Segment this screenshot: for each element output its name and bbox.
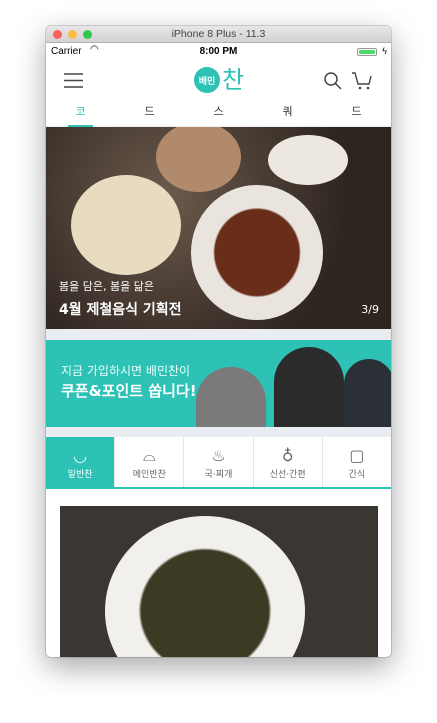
category-bar: ◡ 밑반찬 ⌓ 메인반찬 ♨ 국·찌개 ♁ 신선·간편 ▢ 간식: [46, 437, 391, 489]
search-icon[interactable]: [324, 72, 342, 90]
cloche-icon: ⌓: [142, 446, 156, 465]
banner-line2: 쿠폰&포인트 쏩니다!: [61, 382, 197, 400]
signup-banner[interactable]: 지금 가입하시면 배민찬이 쿠폰&포인트 쏩니다! go: [46, 340, 391, 427]
logo[interactable]: 배민 찬: [194, 67, 244, 93]
tab-bar: 코 드 스 쿼 드: [46, 99, 391, 127]
close-button[interactable]: [53, 30, 62, 39]
category-soup[interactable]: ♨ 국·찌개: [184, 437, 254, 487]
food-image: [268, 135, 348, 185]
food-image: [105, 516, 305, 657]
person-image: [196, 367, 266, 427]
category-fresh[interactable]: ♁ 신선·간편: [254, 437, 323, 487]
page-indicator: 3/9: [361, 303, 379, 316]
category-side-dish[interactable]: ◡ 밑반찬: [46, 437, 116, 487]
logo-badge: 배민: [194, 67, 220, 93]
jar-icon: ▢: [349, 446, 365, 465]
cart-icon[interactable]: [352, 71, 372, 91]
tab-1[interactable]: 코: [46, 99, 115, 127]
person-image: [274, 347, 344, 427]
soup-bowl-icon: ♨: [211, 446, 226, 465]
tab-5[interactable]: 드: [322, 99, 391, 126]
hero-title: 4월 제철음식 기획전: [59, 302, 182, 318]
food-image: [71, 175, 181, 275]
product-image[interactable]: [60, 506, 378, 657]
divider: [46, 427, 391, 437]
category-label: 신선·간편: [269, 470, 306, 480]
category-label: 간식: [348, 470, 366, 480]
clock: 8:00 PM: [199, 46, 238, 57]
title-bar: iPhone 8 Plus - 11.3: [46, 26, 391, 43]
peach-icon: ♁: [281, 446, 294, 465]
divider: [46, 329, 391, 340]
food-image: [191, 185, 323, 320]
category-label: 메인반찬: [132, 470, 166, 480]
banner-line1: 지금 가입하시면 배민찬이: [61, 364, 191, 378]
minimize-button[interactable]: [68, 30, 77, 39]
category-main-dish[interactable]: ⌓ 메인반찬: [115, 437, 185, 487]
status-bar: Carrier ◠ 8:00 PM ϟ: [46, 43, 391, 61]
logo-text: 찬: [222, 66, 245, 94]
window-title: iPhone 8 Plus - 11.3: [171, 28, 266, 40]
charging-icon: ϟ: [382, 46, 387, 56]
person-image: [344, 359, 391, 427]
hero-subtitle: 봄을 담은, 봄을 닮은: [59, 280, 154, 293]
simulator-window: iPhone 8 Plus - 11.3 Carrier ◠ 8:00 PM ϟ…: [46, 26, 391, 657]
zoom-button[interactable]: [83, 30, 92, 39]
rice-bowl-icon: ◡: [73, 446, 88, 465]
category-label: 밑반찬: [67, 470, 93, 480]
category-label: 국·찌개: [204, 470, 233, 480]
category-snack[interactable]: ▢ 간식: [323, 437, 391, 487]
food-image: [156, 127, 241, 192]
hero-carousel[interactable]: 봄을 담은, 봄을 닮은 4월 제철음식 기획전 3/9: [46, 127, 391, 329]
battery-icon: [357, 48, 377, 56]
tab-4[interactable]: 쿼: [253, 99, 322, 126]
menu-icon[interactable]: [64, 73, 83, 88]
tab-2[interactable]: 드: [115, 99, 184, 126]
tab-3[interactable]: 스: [184, 99, 253, 126]
app-header: 배민 찬: [46, 61, 391, 99]
